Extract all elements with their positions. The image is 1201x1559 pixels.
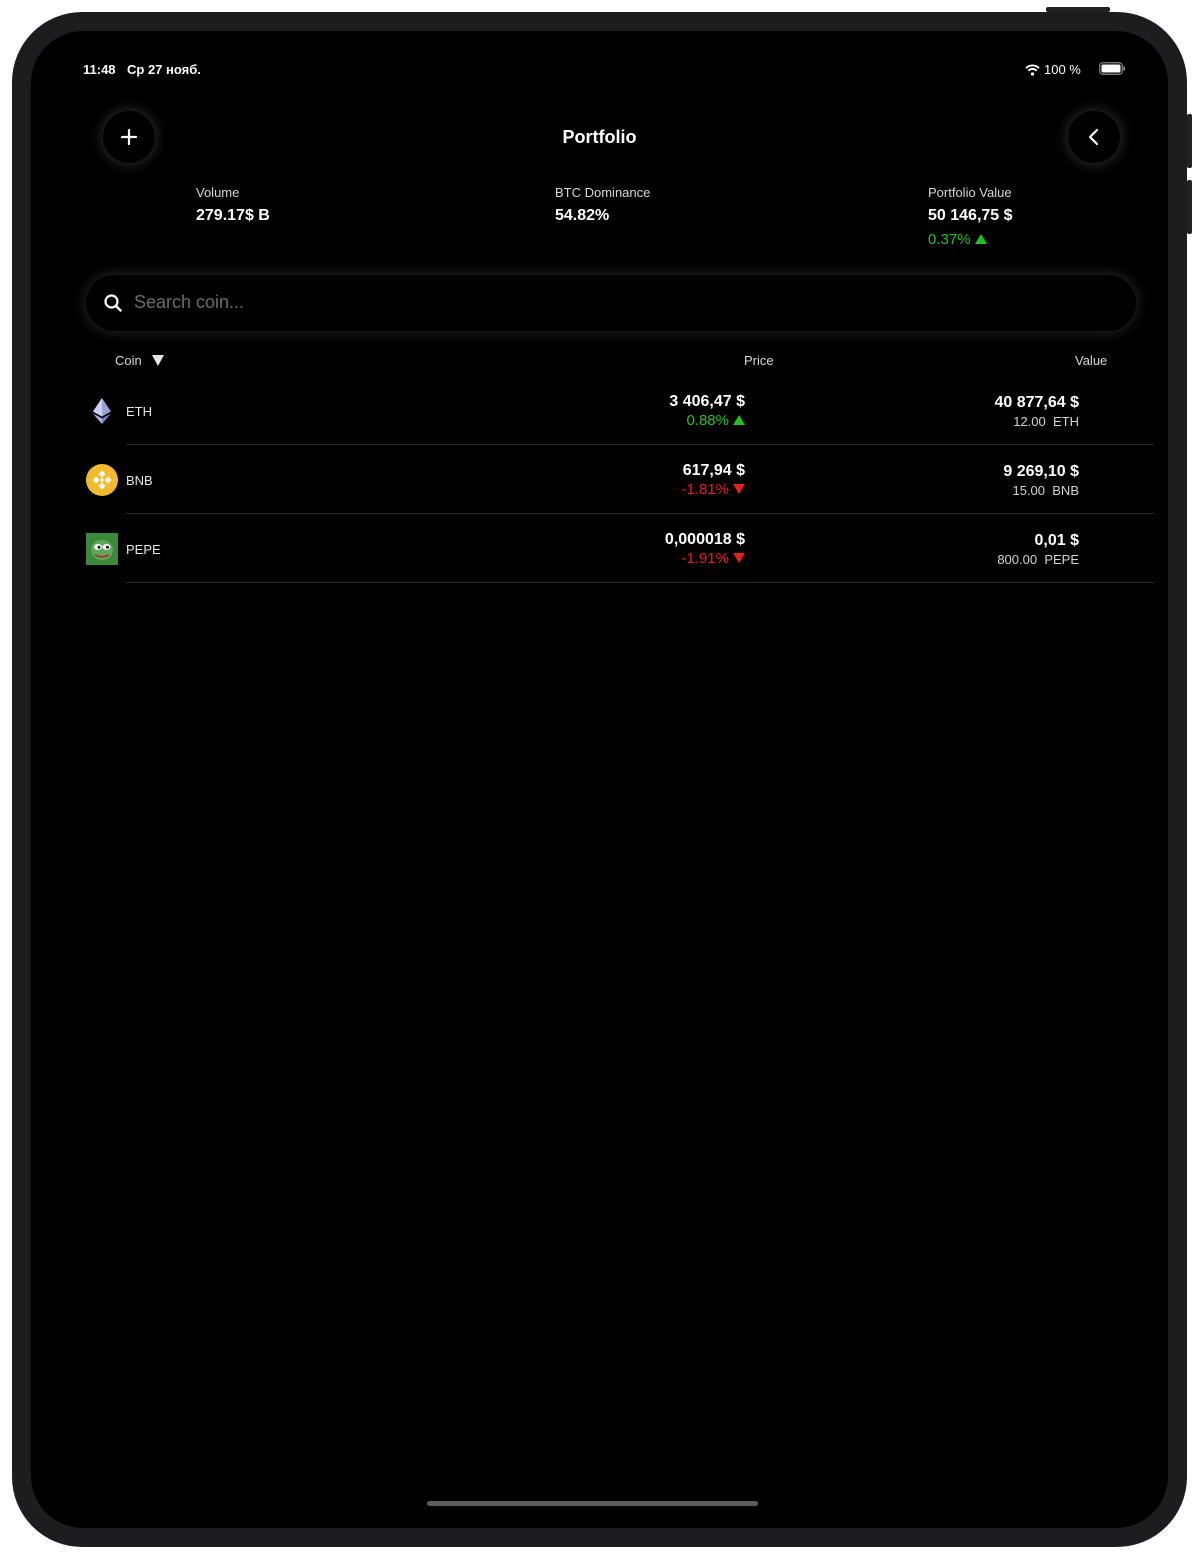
battery-icon [1099, 62, 1126, 80]
search-input[interactable]: Search coin... [134, 292, 244, 313]
back-button[interactable] [1068, 111, 1120, 163]
search-bar[interactable]: Search coin... [86, 275, 1136, 331]
holding-amount: 12.00 ETH [1013, 414, 1079, 429]
coin-row-bnb[interactable]: BNB 617,94 $ -1.81% 9 269,10 $ 15.00 BNB [86, 445, 1154, 514]
btc-dominance-label: BTC Dominance [555, 185, 651, 200]
coin-column-label: Coin [115, 353, 142, 368]
holding-value: 40 877,64 $ [994, 394, 1079, 411]
holding-value: 9 269,10 $ [1003, 463, 1079, 480]
column-header-coin[interactable]: Coin [115, 353, 165, 368]
holding-amount: 15.00 BNB [1012, 483, 1079, 498]
arrow-down-icon [733, 553, 745, 563]
btc-dominance-value: 54.82% [555, 207, 610, 224]
coin-price: 617,94 $ [682, 462, 745, 479]
arrow-up-icon [974, 234, 987, 244]
battery-percent: 100 % [1044, 62, 1081, 77]
volume-value: 279.17$ B [196, 207, 270, 224]
coin-price: 0,000018 $ [664, 531, 745, 548]
portfolio-value: 50 146,75 $ [928, 207, 1013, 224]
column-header-price[interactable]: Price [744, 353, 774, 368]
holding-value: 0,01 $ [1034, 532, 1079, 549]
amount-value: 12.00 [1013, 414, 1046, 429]
device-frame: 11:48 Ср 27 нояб. 100 % Portfolio Volume… [12, 12, 1187, 1547]
coin-change-value: -1.81% [681, 481, 729, 498]
column-header-value[interactable]: Value [1075, 353, 1107, 368]
coin-change: -1.91% [681, 550, 745, 567]
page-title: Portfolio [562, 127, 637, 147]
status-time: 11:48 [83, 62, 116, 77]
ethereum-icon [93, 398, 111, 424]
search-icon [104, 294, 122, 312]
amount-unit: ETH [1053, 414, 1079, 429]
chevron-left-icon [1088, 128, 1099, 146]
bnb-icon [86, 464, 118, 496]
holding-amount: 800.00 PEPE [997, 552, 1079, 567]
coin-symbol: ETH [126, 404, 152, 419]
volume-up-button [1187, 114, 1192, 168]
home-indicator[interactable] [427, 1501, 758, 1506]
coin-symbol: BNB [126, 473, 153, 488]
amount-unit: PEPE [1044, 552, 1079, 567]
row-divider [126, 582, 1154, 583]
coin-change-value: 0.88% [686, 412, 729, 429]
coin-change: -1.81% [681, 481, 745, 498]
status-date: Ср 27 нояб. [127, 62, 201, 77]
screen: 11:48 Ср 27 нояб. 100 % Portfolio Volume… [31, 31, 1168, 1528]
amount-unit: BNB [1052, 483, 1079, 498]
coin-change-value: -1.91% [681, 550, 729, 567]
pepe-icon [86, 533, 118, 565]
portfolio-value-label: Portfolio Value [928, 185, 1012, 200]
coin-row-eth[interactable]: ETH 3 406,47 $ 0.88% 40 877,64 $ 12.00 E… [86, 376, 1154, 445]
volume-down-button [1187, 180, 1192, 234]
coin-symbol: PEPE [126, 542, 161, 557]
arrow-down-icon [733, 484, 745, 494]
amount-value: 15.00 [1012, 483, 1046, 498]
portfolio-change: 0.37% [928, 231, 987, 248]
coin-price: 3 406,47 $ [669, 393, 745, 410]
coin-change: 0.88% [686, 412, 745, 429]
volume-label: Volume [196, 185, 240, 200]
amount-value: 800.00 [997, 552, 1038, 567]
arrow-up-icon [733, 415, 745, 425]
coin-row-pepe[interactable]: PEPE 0,000018 $ -1.91% 0,01 $ 800.00 PEP… [86, 514, 1154, 583]
wifi-icon [1025, 63, 1040, 81]
sort-down-icon [152, 355, 165, 366]
portfolio-change-value: 0.37% [928, 231, 971, 248]
